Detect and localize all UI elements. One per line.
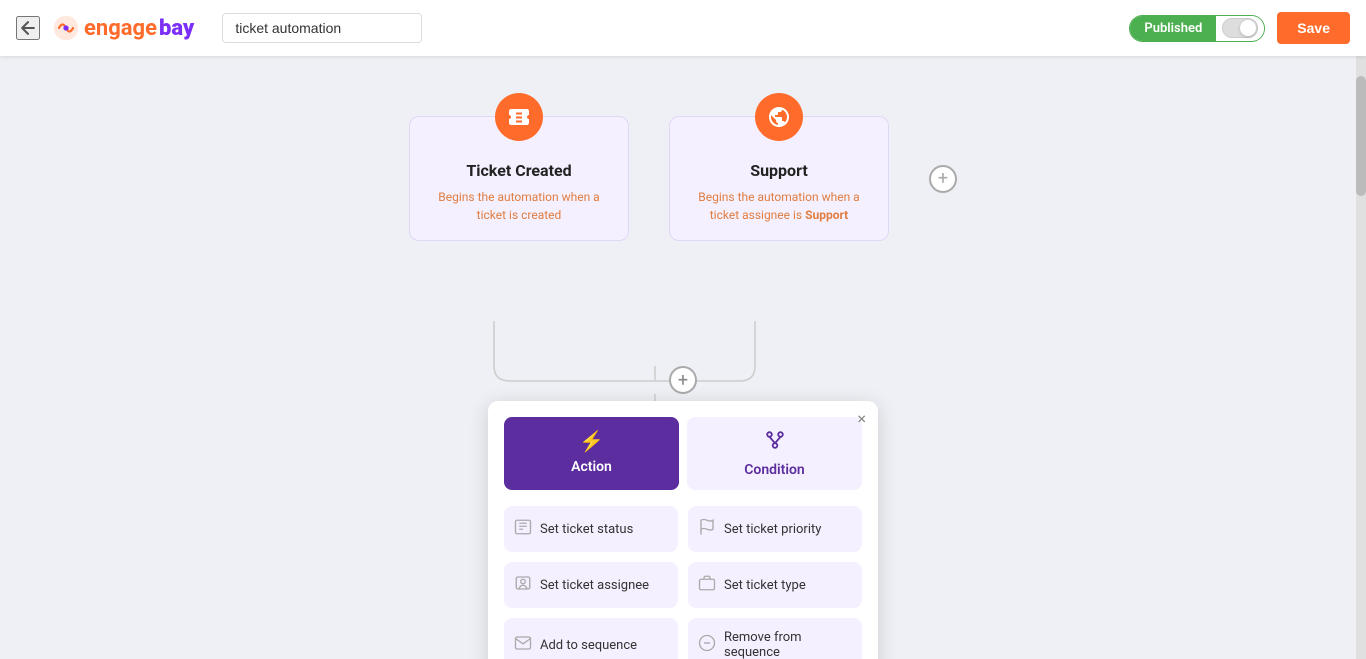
popup-items-grid: Set ticket status Set ticket priority [488, 490, 878, 659]
header-left: engagebay [16, 13, 422, 43]
automation-title-input[interactable] [222, 13, 422, 43]
tab-condition[interactable]: Condition [687, 417, 862, 490]
popup-item-set-ticket-priority[interactable]: Set ticket priority [688, 506, 862, 552]
item-label-remove-sequence: Remove from sequence [724, 630, 852, 659]
action-condition-popup: × ⚡ Action Condition [488, 401, 878, 659]
ticket-status-icon [514, 518, 532, 540]
status-icon-svg [514, 518, 532, 536]
item-label-add-sequence: Add to sequence [540, 638, 637, 653]
remove-sequence-icon [698, 634, 716, 656]
ticket-created-icon [495, 93, 543, 141]
ticket-icon-svg [507, 105, 531, 129]
popup-item-set-ticket-status[interactable]: Set ticket status [504, 506, 678, 552]
popup-tabs: ⚡ Action Condition [488, 401, 878, 490]
action-tab-label: Action [571, 459, 612, 475]
published-toggle-wrapper[interactable]: Published [1129, 15, 1265, 42]
scrollbar-thumb [1356, 76, 1366, 196]
scrollbar[interactable] [1356, 56, 1366, 659]
type-icon-svg [698, 574, 716, 592]
toggle-switch[interactable] [1222, 18, 1258, 38]
condition-tab-label: Condition [744, 462, 805, 478]
popup-item-set-ticket-type[interactable]: Set ticket type [688, 562, 862, 608]
toggle-knob [1240, 20, 1256, 36]
add-node-button[interactable]: + [669, 366, 697, 394]
toggle-area[interactable] [1216, 16, 1264, 40]
sequence-icon-svg [514, 634, 532, 652]
support-desc: Begins the automation when a ticket assi… [686, 188, 872, 224]
ticket-assignee-icon [514, 574, 532, 596]
ticket-priority-icon [698, 518, 716, 540]
app-header: engagebay Published Save [0, 0, 1366, 56]
popup-item-remove-from-sequence[interactable]: Remove from sequence [688, 618, 862, 659]
trigger-card-ticket-created[interactable]: Ticket Created Begins the automation whe… [409, 116, 629, 241]
condition-tab-icon [764, 429, 786, 456]
trigger-card-support[interactable]: Support Begins the automation when a tic… [669, 116, 889, 241]
tab-action[interactable]: ⚡ Action [504, 417, 679, 490]
condition-icon-svg [764, 429, 786, 451]
priority-icon-svg [698, 518, 716, 536]
support-icon-svg [767, 105, 791, 129]
remove-icon-svg [698, 634, 716, 652]
add-trigger-button[interactable]: + [929, 165, 957, 193]
popup-item-add-to-sequence[interactable]: Add to sequence [504, 618, 678, 659]
item-label-type: Set ticket type [724, 578, 806, 593]
published-label: Published [1130, 16, 1216, 41]
support-title: Support [686, 161, 872, 180]
item-label-status: Set ticket status [540, 522, 633, 537]
ticket-created-desc: Begins the automation when a ticket is c… [426, 188, 612, 224]
automation-canvas: Ticket Created Begins the automation whe… [0, 56, 1366, 659]
triggers-area: Ticket Created Begins the automation whe… [0, 56, 1366, 241]
action-tab-icon: ⚡ [579, 429, 604, 453]
ticket-type-icon [698, 574, 716, 596]
popup-item-set-ticket-assignee[interactable]: Set ticket assignee [504, 562, 678, 608]
support-desc-bold: Support [805, 208, 848, 222]
save-button[interactable]: Save [1277, 12, 1350, 44]
item-label-priority: Set ticket priority [724, 522, 821, 537]
back-button[interactable] [16, 16, 40, 40]
logo-text-engage: engage [84, 16, 157, 41]
header-right: Published Save [1129, 12, 1350, 44]
assignee-icon-svg [514, 574, 532, 592]
popup-close-button[interactable]: × [857, 409, 866, 428]
item-label-assignee: Set ticket assignee [540, 578, 649, 593]
logo-text-bay: bay [159, 16, 194, 41]
logo: engagebay [52, 14, 194, 42]
add-sequence-icon [514, 634, 532, 656]
ticket-created-title: Ticket Created [426, 161, 612, 180]
logo-icon [52, 14, 80, 42]
support-icon [755, 93, 803, 141]
